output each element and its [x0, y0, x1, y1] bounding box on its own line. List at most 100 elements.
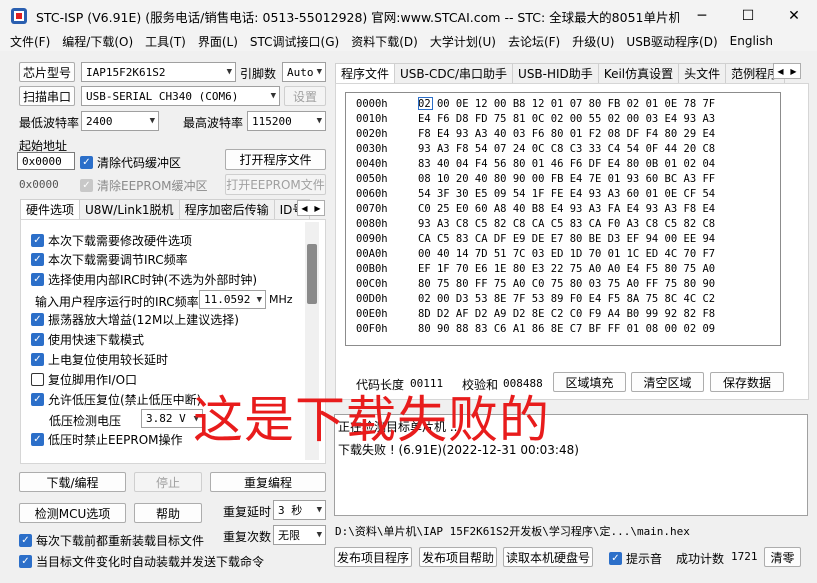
chevron-down-icon: ▼	[149, 116, 155, 126]
hex-row: 00C0h 80 75 80 FF 75 A0 C0 75 80 03 75 A0…	[356, 278, 715, 290]
auto-reload-checkbox[interactable]: ✓ 当目标文件变化时自动装载并发送下载命令	[19, 553, 264, 570]
chevron-right-icon[interactable]: ▶	[311, 201, 324, 215]
chip-model-select[interactable]: IAP15F2K61S2 ▼	[81, 62, 236, 82]
chip-model-button[interactable]: 芯片型号	[19, 62, 75, 82]
repeat-count-label: 重复次数	[223, 530, 272, 544]
success-count-value: 1721	[731, 550, 758, 563]
option-reset-pin-io[interactable]: 复位脚用作I/O口	[31, 371, 137, 388]
menu-forum[interactable]: 去论坛(F)	[508, 33, 560, 50]
irc-frequency-label: 输入用户程序运行时的IRC频率	[35, 295, 199, 309]
hex-view[interactable]: 0000h 02 00 0E 12 00 B8 12 01 07 80 FB 02…	[345, 92, 781, 346]
download-program-button[interactable]: 下载/编程	[19, 472, 126, 492]
hex-bytes: CA C5 83 CA DF E9 DE E7 80 BE D3 EF 94 0…	[418, 233, 716, 245]
fill-area-button[interactable]: 区域填充	[553, 372, 626, 392]
code-start-address-value: 0x0000	[22, 154, 62, 168]
clear-code-buffer-checkbox[interactable]: ✓ 清除代码缓冲区	[80, 154, 181, 171]
min-baud-value: 2400	[86, 114, 113, 128]
publish-project-button[interactable]: 发布项目程序	[334, 547, 412, 567]
maximize-button[interactable]: ☐	[725, 0, 771, 32]
hex-bytes: 80 90 88 83 C6 A1 86 8E C7 BF FF 01 08 0…	[418, 323, 716, 335]
menu-english[interactable]: English	[730, 34, 773, 48]
check-icon: ✓	[31, 433, 44, 446]
publish-help-button[interactable]: 发布项目帮助	[419, 547, 497, 567]
reload-before-download-checkbox[interactable]: ✓ 每次下载前都重新装载目标文件	[19, 532, 204, 549]
tab-u8w-offline[interactable]: U8W/Link1脱机	[79, 199, 180, 219]
check-mcu-options-button[interactable]: 检测MCU选项	[19, 503, 126, 523]
open-program-file-button[interactable]: 打开程序文件	[225, 149, 326, 170]
hex-row: 0000h 02 00 0E 12 00 B8 12 01 07 80 FB 02…	[356, 98, 715, 110]
serial-port-select[interactable]: USB-SERIAL CH340 (COM6) ▼	[81, 86, 280, 106]
irc-frequency-select[interactable]: 11.0592 ▼	[199, 290, 266, 309]
hex-bytes: EF 1F 70 E6 1E 80 E3 22 75 A0 A0 E4 F5 8…	[418, 263, 716, 275]
hex-row: 00A0h 00 40 14 7D 51 7C 03 ED 1D 70 01 1C…	[356, 248, 715, 260]
hex-row: 0060h 54 3F 30 E5 09 54 1F FE E4 93 A3 60…	[356, 188, 715, 200]
menu-tools[interactable]: 工具(T)	[145, 33, 186, 50]
chevron-left-icon[interactable]: ◀	[298, 201, 311, 215]
minimize-button[interactable]: ─	[679, 0, 725, 32]
help-button[interactable]: 帮助	[134, 503, 202, 523]
port-settings-button[interactable]: 设置	[284, 86, 326, 106]
tab-header-file[interactable]: 头文件	[678, 63, 727, 83]
chevron-right-icon[interactable]: ▶	[787, 64, 800, 78]
menu-upgrade[interactable]: 升级(U)	[572, 33, 614, 50]
menu-download[interactable]: 资料下载(D)	[351, 33, 418, 50]
clear-count-button[interactable]: 清零	[764, 547, 801, 567]
tab-encrypted-transfer[interactable]: 程序加密后传输	[178, 199, 275, 219]
hex-row: 00F0h 80 90 88 83 C6 A1 86 8E C7 BF FF 01…	[356, 323, 715, 335]
max-baud-select[interactable]: 115200 ▼	[247, 111, 326, 131]
option-adjust-irc[interactable]: ✓ 本次下载需要调节IRC频率	[31, 251, 188, 268]
left-tab-scroll[interactable]: ◀ ▶	[297, 200, 325, 216]
clear-eeprom-buffer-checkbox[interactable]: ✓ 清除EEPROM缓冲区	[80, 177, 208, 194]
tab-hardware-options[interactable]: 硬件选项	[20, 199, 81, 219]
close-button[interactable]: ✕	[771, 0, 817, 32]
irc-frequency-unit: MHz	[269, 293, 293, 306]
menu-interface[interactable]: 界面(L)	[198, 33, 238, 50]
min-baud-select[interactable]: 2400 ▼	[81, 111, 159, 131]
scan-port-button[interactable]: 扫描串口	[19, 86, 75, 106]
option-fast-download[interactable]: ✓ 使用快速下载模式	[31, 331, 144, 348]
save-data-button[interactable]: 保存数据	[710, 372, 784, 392]
right-tab-scroll[interactable]: ◀ ▶	[773, 63, 801, 79]
stop-button[interactable]: 停止	[134, 472, 202, 492]
repeat-delay-label: 重复延时	[223, 505, 272, 519]
menu-file[interactable]: 文件(F)	[10, 33, 50, 50]
pin-count-label: 引脚数	[240, 67, 277, 81]
menu-program[interactable]: 编程/下载(O)	[62, 33, 133, 50]
code-start-address-input[interactable]: 0x0000	[17, 152, 75, 170]
eeprom-start-address: 0x0000	[19, 178, 59, 191]
chevron-left-icon[interactable]: ◀	[774, 64, 787, 78]
option-oscillator-gain[interactable]: ✓ 振荡器放大增益(12M以上建议选择)	[31, 311, 239, 328]
repeat-delay-select[interactable]: 3 秒 ▼	[273, 500, 326, 520]
scrollbar-thumb[interactable]	[307, 244, 317, 304]
hex-row: 0010h E4 F6 D8 FD 75 81 0C 02 00 55 02 00…	[356, 113, 715, 125]
option-low-voltage-reset[interactable]: ✓ 允许低压复位(禁止低压中断)	[31, 391, 201, 408]
option-disable-eeprom-low-voltage[interactable]: ✓ 低压时禁止EEPROM操作	[31, 431, 183, 448]
check-icon: ✓	[609, 552, 622, 565]
check-icon: ✓	[19, 555, 32, 568]
beep-checkbox[interactable]: ✓ 提示音	[609, 550, 662, 567]
option-long-reset-delay[interactable]: ✓ 上电复位使用较长延时	[31, 351, 168, 368]
tab-usb-hid[interactable]: USB-HID助手	[512, 63, 599, 83]
auto-reload-label: 当目标文件变化时自动装载并发送下载命令	[36, 555, 265, 569]
right-tab-strip: 程序文件 USB-CDC/串口助手 USB-HID助手 Keil仿真设置 头文件…	[335, 63, 786, 83]
tab-keil-emulation[interactable]: Keil仿真设置	[597, 63, 680, 83]
reprogram-button[interactable]: 重复编程	[210, 472, 326, 492]
menu-usb-driver[interactable]: USB驱动程序(D)	[626, 33, 717, 50]
option-internal-irc[interactable]: ✓ 选择使用内部IRC时钟(不选为外部时钟)	[31, 271, 257, 288]
hex-cursor	[418, 97, 433, 110]
open-eeprom-file-button[interactable]: 打开EEPROM文件	[225, 174, 326, 195]
pin-count-select[interactable]: Auto ▼	[282, 62, 326, 82]
repeat-count-select[interactable]: 无限 ▼	[273, 525, 326, 545]
option-label: 复位脚用作I/O口	[48, 373, 138, 387]
menu-university[interactable]: 大学计划(U)	[430, 33, 496, 50]
hex-address: 00A0h	[356, 248, 388, 260]
read-disk-id-button[interactable]: 读取本机硬盘号	[503, 547, 593, 567]
tab-usb-cdc[interactable]: USB-CDC/串口助手	[394, 63, 514, 83]
tab-program-file[interactable]: 程序文件	[335, 63, 396, 83]
serial-port-value: USB-SERIAL CH340 (COM6)	[86, 89, 239, 103]
option-modify-hardware[interactable]: ✓ 本次下载需要修改硬件选项	[31, 232, 192, 249]
menu-debug[interactable]: STC调试接口(G)	[250, 33, 339, 50]
hex-address: 00F0h	[356, 323, 388, 335]
low-voltage-detect-value: 3.82 V	[146, 412, 186, 425]
clear-area-button[interactable]: 清空区域	[631, 372, 704, 392]
